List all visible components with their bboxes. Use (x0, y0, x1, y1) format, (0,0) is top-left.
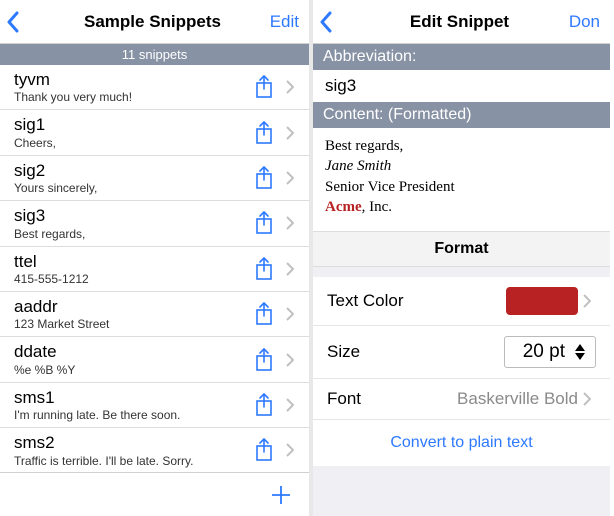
edit-snippet-screen: Edit Snippet Don Abbreviation: sig3 Cont… (313, 0, 610, 516)
stepper-arrows (575, 344, 585, 360)
snippet-row[interactable]: ddate%e %B %Y (0, 337, 309, 382)
content-span: , Inc. (362, 199, 392, 215)
snippet-abbrev: aaddr (14, 297, 247, 317)
snippet-expansion: I'm running late. Be there soon. (14, 408, 247, 422)
snippet-abbrev: sig2 (14, 161, 247, 181)
chevron-right-icon (286, 80, 294, 94)
done-button[interactable]: Don (550, 12, 600, 32)
share-icon[interactable] (254, 256, 274, 282)
share-icon[interactable] (254, 165, 274, 191)
share-icon[interactable] (254, 210, 274, 236)
font-label: Font (327, 389, 457, 409)
snippet-expansion: Thank you very much! (14, 90, 247, 104)
content-line: Best regards, (325, 136, 598, 156)
snippet-abbrev: ttel (14, 252, 247, 272)
content-line: Senior Vice President (325, 177, 598, 197)
format-header: Format (313, 231, 610, 267)
snippet-expansion: Best regards, (14, 227, 247, 241)
snippet-row[interactable]: sig1Cheers, (0, 110, 309, 155)
section-abbreviation: Abbreviation: (313, 44, 610, 70)
chevron-right-icon (286, 171, 294, 185)
snippet-expansion: 415-555-1212 (14, 272, 247, 286)
snippet-expansion: Cheers, (14, 136, 247, 150)
snippet-row[interactable]: ttel415-555-1212 (0, 247, 309, 292)
edit-button[interactable]: Edit (249, 12, 299, 32)
chevron-right-icon (583, 392, 591, 406)
snippet-row[interactable]: sms1I'm running late. Be there soon. (0, 383, 309, 428)
content-field[interactable]: Best regards, Jane Smith Senior Vice Pre… (313, 128, 610, 231)
chevron-right-icon (286, 443, 294, 457)
page-title: Edit Snippet (369, 12, 550, 32)
share-icon[interactable] (254, 437, 274, 463)
chevron-right-icon (286, 307, 294, 321)
size-row: Size 20 pt (313, 326, 610, 379)
snippet-row[interactable]: sig3Best regards, (0, 201, 309, 246)
size-stepper[interactable]: 20 pt (504, 336, 596, 368)
font-value: Baskerville Bold (457, 389, 578, 409)
abbreviation-field[interactable]: sig3 (313, 70, 610, 102)
content-line: Jane Smith (325, 156, 598, 176)
chevron-down-icon[interactable] (575, 353, 585, 360)
share-icon[interactable] (254, 120, 274, 146)
share-icon[interactable] (254, 392, 274, 418)
navbar: Sample Snippets Edit (0, 0, 309, 44)
status-bar: 11 snippets (0, 44, 309, 65)
snippet-row[interactable]: sig2Yours sincerely, (0, 156, 309, 201)
section-content: Content: (Formatted) (313, 102, 610, 128)
snippet-abbrev: sig1 (14, 115, 247, 135)
page-title: Sample Snippets (56, 12, 249, 32)
chevron-left-icon (6, 11, 20, 33)
convert-to-plain-text-button[interactable]: Convert to plain text (313, 420, 610, 466)
content-line: Acme, Inc. (325, 197, 598, 217)
snippet-list: tyvmThank you very much!sig1Cheers,sig2Y… (0, 65, 309, 472)
size-label: Size (327, 342, 504, 362)
chevron-right-icon (286, 262, 294, 276)
size-value: 20 pt (523, 341, 565, 363)
share-icon[interactable] (254, 74, 274, 100)
snippet-expansion: Traffic is terrible. I'll be late. Sorry… (14, 454, 247, 468)
chevron-right-icon (583, 294, 591, 308)
chevron-right-icon (286, 126, 294, 140)
chevron-right-icon (286, 216, 294, 230)
chevron-up-icon[interactable] (575, 344, 585, 351)
share-icon[interactable] (254, 347, 274, 373)
color-swatch[interactable] (506, 287, 578, 315)
toolbar (0, 472, 309, 516)
snippets-list-screen: Sample Snippets Edit 11 snippets tyvmTha… (0, 0, 313, 516)
chevron-right-icon (286, 353, 294, 367)
navbar: Edit Snippet Don (313, 0, 610, 44)
content-span: Acme (325, 199, 362, 215)
snippet-abbrev: ddate (14, 342, 247, 362)
add-button[interactable] (269, 483, 293, 507)
snippet-abbrev: tyvm (14, 70, 247, 90)
snippet-expansion: Yours sincerely, (14, 181, 247, 195)
snippet-row[interactable]: tyvmThank you very much! (0, 65, 309, 110)
text-color-row[interactable]: Text Color (313, 277, 610, 326)
back-button[interactable] (6, 11, 56, 33)
share-icon[interactable] (254, 301, 274, 327)
snippet-expansion: 123 Market Street (14, 317, 247, 331)
chevron-left-icon (319, 11, 333, 33)
chevron-right-icon (286, 398, 294, 412)
snippet-row[interactable]: sms2Traffic is terrible. I'll be late. S… (0, 428, 309, 472)
snippet-abbrev: sms2 (14, 433, 247, 453)
back-button[interactable] (319, 11, 369, 33)
snippet-row[interactable]: aaddr123 Market Street (0, 292, 309, 337)
snippet-abbrev: sig3 (14, 206, 247, 226)
snippet-abbrev: sms1 (14, 388, 247, 408)
font-row[interactable]: Font Baskerville Bold (313, 379, 610, 420)
snippet-expansion: %e %B %Y (14, 363, 247, 377)
text-color-label: Text Color (327, 291, 506, 311)
format-panel: Format Text Color Size 20 pt Font Basker… (313, 231, 610, 516)
